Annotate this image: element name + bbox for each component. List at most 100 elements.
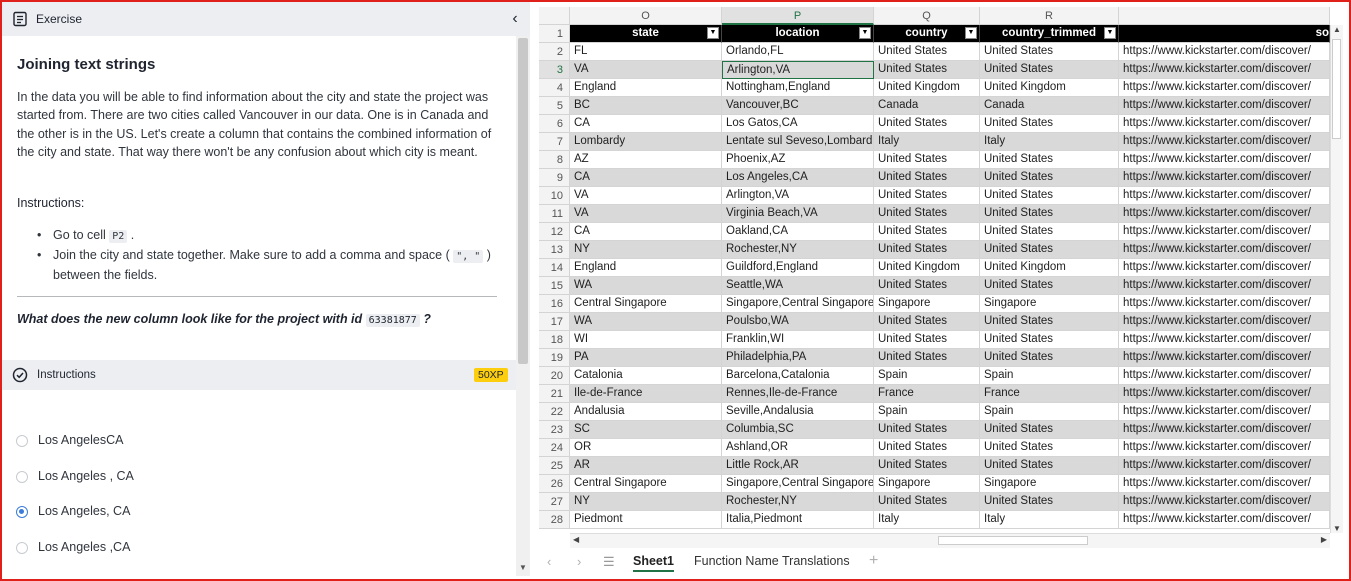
selected-cell[interactable]: Arlington,VA bbox=[722, 61, 874, 79]
table-cell[interactable]: CA bbox=[570, 115, 722, 133]
table-cell[interactable]: Seville,Andalusia bbox=[722, 403, 874, 421]
column-header-q[interactable]: Q bbox=[874, 7, 980, 25]
row-header[interactable]: 6 bbox=[539, 115, 570, 133]
table-cell[interactable]: AR bbox=[570, 457, 722, 475]
radio-button[interactable] bbox=[16, 435, 28, 447]
row-header[interactable]: 19 bbox=[539, 349, 570, 367]
radio-button[interactable] bbox=[16, 542, 28, 554]
table-cell[interactable]: United States bbox=[874, 187, 980, 205]
table-cell[interactable]: Barcelona,Catalonia bbox=[722, 367, 874, 385]
table-cell[interactable]: Virginia Beach,VA bbox=[722, 205, 874, 223]
table-cell[interactable]: https://www.kickstarter.com/discover/ bbox=[1119, 205, 1330, 223]
table-cell[interactable]: United States bbox=[874, 457, 980, 475]
table-cell[interactable]: NY bbox=[570, 493, 722, 511]
table-cell[interactable]: United States bbox=[980, 331, 1119, 349]
left-scrollbar[interactable]: ▼ bbox=[516, 36, 530, 576]
table-cell[interactable]: United States bbox=[980, 115, 1119, 133]
table-cell[interactable]: United States bbox=[874, 169, 980, 187]
row-header[interactable]: 12 bbox=[539, 223, 570, 241]
table-cell[interactable]: Spain bbox=[980, 403, 1119, 421]
answer-option-3[interactable]: Los Angeles, CA bbox=[16, 503, 316, 523]
row-header[interactable]: 7 bbox=[539, 133, 570, 151]
table-cell[interactable]: United States bbox=[980, 61, 1119, 79]
table-cell[interactable]: SC bbox=[570, 421, 722, 439]
table-cell[interactable]: Franklin,WI bbox=[722, 331, 874, 349]
table-cell[interactable]: https://www.kickstarter.com/discover/ bbox=[1119, 133, 1330, 151]
table-cell[interactable]: https://www.kickstarter.com/discover/ bbox=[1119, 349, 1330, 367]
row-header[interactable]: 8 bbox=[539, 151, 570, 169]
table-cell[interactable]: United States bbox=[980, 493, 1119, 511]
table-cell[interactable]: CA bbox=[570, 223, 722, 241]
table-cell[interactable]: Italy bbox=[874, 511, 980, 529]
row-header[interactable]: 26 bbox=[539, 475, 570, 493]
table-cell[interactable]: https://www.kickstarter.com/discover/ bbox=[1119, 421, 1330, 439]
table-cell[interactable]: United States bbox=[874, 61, 980, 79]
table-cell[interactable]: United States bbox=[980, 313, 1119, 331]
row-header[interactable]: 16 bbox=[539, 295, 570, 313]
table-cell[interactable]: Italia,Piedmont bbox=[722, 511, 874, 529]
table-cell[interactable]: United States bbox=[874, 277, 980, 295]
table-cell[interactable]: https://www.kickstarter.com/discover/ bbox=[1119, 259, 1330, 277]
row-header[interactable]: 17 bbox=[539, 313, 570, 331]
table-cell[interactable]: Central Singapore bbox=[570, 295, 722, 313]
row-header[interactable]: 27 bbox=[539, 493, 570, 511]
select-all-corner[interactable] bbox=[539, 7, 570, 25]
row-header[interactable]: 15 bbox=[539, 277, 570, 295]
table-cell[interactable]: BC bbox=[570, 97, 722, 115]
scrollbar-thumb[interactable] bbox=[518, 38, 528, 364]
table-cell[interactable]: Canada bbox=[874, 97, 980, 115]
tab-sheet1[interactable]: Sheet1 bbox=[633, 554, 674, 572]
table-cell[interactable]: Philadelphia,PA bbox=[722, 349, 874, 367]
all-sheets-menu-icon[interactable]: ☰ bbox=[603, 554, 615, 570]
table-cell[interactable]: Ile-de-France bbox=[570, 385, 722, 403]
collapse-panel-button[interactable]: ‹ bbox=[504, 8, 526, 30]
table-cell[interactable]: United States bbox=[874, 205, 980, 223]
row-header[interactable]: 13 bbox=[539, 241, 570, 259]
row-header[interactable]: 24 bbox=[539, 439, 570, 457]
row-header[interactable]: 9 bbox=[539, 169, 570, 187]
table-cell[interactable]: Lentate sul Seveso,Lombard bbox=[722, 133, 874, 151]
table-cell[interactable]: https://www.kickstarter.com/discover/ bbox=[1119, 169, 1330, 187]
table-cell[interactable]: Orlando,FL bbox=[722, 43, 874, 61]
table-cell[interactable]: United States bbox=[980, 241, 1119, 259]
table-cell[interactable]: CA bbox=[570, 169, 722, 187]
scroll-up-arrow-icon[interactable]: ▲ bbox=[1333, 25, 1341, 34]
row-header[interactable]: 22 bbox=[539, 403, 570, 421]
scroll-right-arrow-icon[interactable]: ▶ bbox=[1321, 535, 1327, 544]
table-cell[interactable]: Columbia,SC bbox=[722, 421, 874, 439]
vertical-scrollbar[interactable]: ▲ ▼ bbox=[1330, 25, 1343, 533]
instructions-bar[interactable]: Instructions 50XP bbox=[2, 360, 516, 390]
table-cell[interactable]: Italy bbox=[980, 511, 1119, 529]
table-cell[interactable]: United States bbox=[980, 439, 1119, 457]
table-cell[interactable]: United States bbox=[980, 223, 1119, 241]
tab-function-name-translations[interactable]: Function Name Translations bbox=[694, 554, 850, 568]
table-cell[interactable]: Central Singapore bbox=[570, 475, 722, 493]
table-cell[interactable]: VA bbox=[570, 61, 722, 79]
table-cell[interactable]: https://www.kickstarter.com/discover/ bbox=[1119, 439, 1330, 457]
header-cell-o[interactable]: state ▼ bbox=[570, 25, 722, 43]
row-header[interactable]: 20 bbox=[539, 367, 570, 385]
column-header-o[interactable]: O bbox=[570, 7, 722, 25]
table-cell[interactable]: United States bbox=[980, 277, 1119, 295]
table-cell[interactable]: https://www.kickstarter.com/discover/ bbox=[1119, 151, 1330, 169]
table-cell[interactable]: United States bbox=[874, 241, 980, 259]
table-cell[interactable]: United States bbox=[874, 43, 980, 61]
table-cell[interactable]: United States bbox=[874, 331, 980, 349]
table-cell[interactable]: https://www.kickstarter.com/discover/ bbox=[1119, 43, 1330, 61]
table-cell[interactable]: Piedmont bbox=[570, 511, 722, 529]
table-cell[interactable]: Seattle,WA bbox=[722, 277, 874, 295]
column-header-p[interactable]: P bbox=[722, 7, 874, 25]
row-header[interactable]: 5 bbox=[539, 97, 570, 115]
table-cell[interactable]: Rochester,NY bbox=[722, 241, 874, 259]
table-cell[interactable]: Lombardy bbox=[570, 133, 722, 151]
table-cell[interactable]: https://www.kickstarter.com/discover/ bbox=[1119, 385, 1330, 403]
table-cell[interactable]: https://www.kickstarter.com/discover/ bbox=[1119, 79, 1330, 97]
answer-option-4[interactable]: Los Angeles ,CA bbox=[16, 539, 316, 559]
table-cell[interactable]: https://www.kickstarter.com/discover/ bbox=[1119, 61, 1330, 79]
table-cell[interactable]: WA bbox=[570, 277, 722, 295]
table-cell[interactable]: United States bbox=[980, 457, 1119, 475]
table-cell[interactable]: United Kingdom bbox=[874, 79, 980, 97]
table-cell[interactable]: OR bbox=[570, 439, 722, 457]
header-cell-r[interactable]: country_trimmed ▼ bbox=[980, 25, 1119, 43]
table-cell[interactable]: United States bbox=[980, 169, 1119, 187]
